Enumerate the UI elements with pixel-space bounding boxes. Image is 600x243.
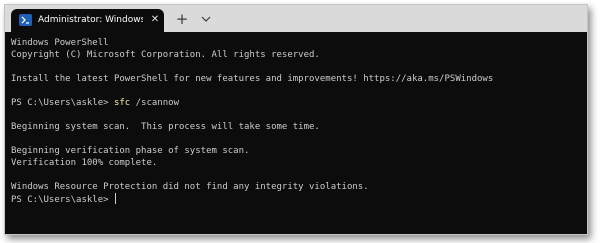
output-line: Install the latest PowerShell for new fe… xyxy=(11,74,494,84)
chevron-down-icon[interactable] xyxy=(198,11,214,27)
text-cursor xyxy=(114,193,116,204)
terminal-window: Administrator: Windows PowerShell ✕ + Wi… xyxy=(4,4,588,235)
output-line: Copyright (C) Microsoft Corporation. All… xyxy=(11,50,320,60)
tab-title: Administrator: Windows PowerShell xyxy=(38,15,143,25)
prompt: PS C:\Users\askle> xyxy=(11,195,114,205)
output-line: Windows Resource Protection did not find… xyxy=(11,182,369,192)
terminal-output[interactable]: Windows PowerShell Copyright (C) Microso… xyxy=(5,32,587,234)
close-icon[interactable]: ✕ xyxy=(149,14,161,26)
output-line: Verification 100% complete. xyxy=(11,158,158,168)
command-line: PS C:\Users\askle> sfc /scannow xyxy=(11,97,179,109)
tab-powershell[interactable]: Administrator: Windows PowerShell ✕ xyxy=(11,9,164,32)
title-bar: Administrator: Windows PowerShell ✕ + xyxy=(5,5,587,32)
powershell-icon xyxy=(19,14,32,26)
prompt: PS C:\Users\askle> xyxy=(11,98,114,108)
output-line: Beginning verification phase of system s… xyxy=(11,146,250,156)
prompt-line[interactable]: PS C:\Users\askle> xyxy=(11,193,116,205)
command-args: /scannow xyxy=(130,98,179,108)
output-line: Beginning system scan. This process will… xyxy=(11,122,320,132)
command-name: sfc xyxy=(113,98,131,108)
plus-icon[interactable]: + xyxy=(174,11,190,27)
output-line: Windows PowerShell xyxy=(11,38,109,48)
